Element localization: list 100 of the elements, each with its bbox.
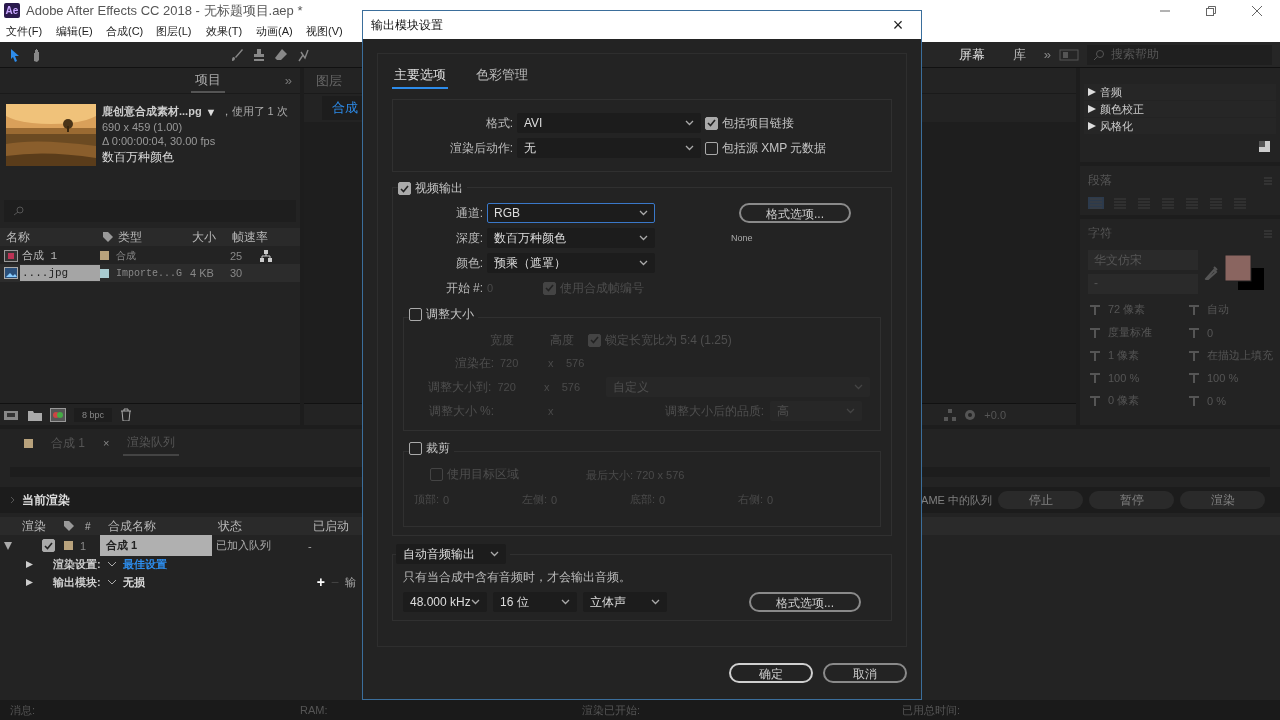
dropdown[interactable]: 预乘（遮罩） <box>487 253 655 273</box>
queue-button[interactable]: 暂停 <box>1089 491 1174 509</box>
expand-arrow[interactable] <box>1088 122 1096 130</box>
new-item-icon[interactable] <box>1259 141 1270 152</box>
column-header[interactable]: 大小 <box>192 228 232 246</box>
image-icon <box>4 267 18 279</box>
checkbox[interactable]: 包括源 XMP 元数据 <box>705 139 881 157</box>
workspace-tab[interactable]: 库 <box>1002 45 1036 64</box>
flowchart-icon[interactable] <box>260 249 272 262</box>
started-text: - <box>308 539 313 552</box>
item-name: ....jpg <box>20 265 100 281</box>
composition-icon <box>4 249 18 262</box>
output-to-label: 输 <box>345 574 357 590</box>
queue-button[interactable]: 停止 <box>998 491 1083 509</box>
audio-note: 只有当合成中含有音频时，才会输出音频。 <box>403 569 632 586</box>
menu-item[interactable]: 视图(V) <box>306 24 356 39</box>
check-icon <box>400 184 409 193</box>
project-row[interactable]: 合成 1 合成 25 <box>0 246 300 264</box>
menu-item[interactable]: 效果(T) <box>206 24 256 39</box>
stamp-icon[interactable] <box>252 47 266 62</box>
dropdown[interactable]: 数百万种颜色 <box>487 228 655 248</box>
column-header[interactable]: 渲染 <box>22 517 63 535</box>
column-header[interactable]: 已启动 <box>313 517 358 535</box>
panel-tab[interactable]: 项目 <box>190 68 225 93</box>
menu-item[interactable]: 编辑(E) <box>56 24 106 39</box>
search-field[interactable] <box>4 200 296 222</box>
dropdown[interactable]: 无 <box>517 138 701 158</box>
label-swatch <box>64 541 73 550</box>
column-header[interactable]: # <box>85 520 108 532</box>
setting-value: 无损 <box>122 574 145 590</box>
workspace-tab[interactable]: 屏幕 <box>948 45 995 64</box>
setting-label: 输出模块: <box>52 574 101 590</box>
format-options-button[interactable]: 格式选项... <box>739 203 851 223</box>
expand-arrow[interactable] <box>4 541 12 550</box>
search-icon <box>1093 48 1105 61</box>
column-header[interactable]: 类型 <box>118 228 192 246</box>
close-button[interactable]: × <box>103 437 110 449</box>
brush-icon[interactable] <box>230 47 244 62</box>
queue-button[interactable]: 渲染 <box>1180 491 1265 509</box>
chevron-icon <box>490 551 499 557</box>
dropdown[interactable]: 48.000 kHz <box>403 592 487 612</box>
trash-icon[interactable] <box>120 408 133 421</box>
column-header[interactable]: 合成名称 <box>108 517 218 535</box>
close-button[interactable]: × <box>892 14 904 36</box>
cancel-button[interactable]: 取消 <box>823 663 907 683</box>
dialog-tab[interactable]: 主要选项 <box>392 64 448 89</box>
dialog-tab[interactable]: 色彩管理 <box>474 64 530 89</box>
bit-depth-button[interactable]: 8 bpc <box>74 407 113 422</box>
menu-item[interactable]: 动画(A) <box>256 24 306 39</box>
expand-arrow[interactable] <box>1088 88 1096 96</box>
check-icon <box>590 336 599 344</box>
checkbox[interactable] <box>42 539 55 552</box>
chevron-icon[interactable] <box>10 496 16 504</box>
overflow-button[interactable]: » <box>284 73 292 88</box>
footage-name: 鹿创意合成素材...pg <box>102 104 202 119</box>
menu-item[interactable]: 文件(F) <box>6 24 56 39</box>
folder-icon[interactable] <box>28 408 42 421</box>
item-size: 4 KB <box>190 267 215 279</box>
expand-arrow[interactable] <box>26 578 33 586</box>
chevron-icon <box>685 120 694 126</box>
eraser-icon[interactable] <box>274 47 288 62</box>
settings-link[interactable]: 最佳设置 <box>122 556 167 572</box>
dropdown[interactable]: 16 位 <box>493 592 577 612</box>
overflow-button[interactable]: » <box>1043 47 1051 62</box>
restore-icon[interactable] <box>1206 5 1216 16</box>
ok-button[interactable]: 确定 <box>729 663 813 683</box>
menu-item[interactable]: 合成(C) <box>106 24 156 39</box>
dropdown-arrow[interactable]: ▼ <box>205 105 217 118</box>
item-fps: 30 <box>230 267 244 279</box>
composition-name[interactable]: 合成 1 <box>100 535 212 556</box>
menu-item[interactable]: 图层(L) <box>156 24 206 39</box>
close-icon[interactable] <box>1252 5 1262 16</box>
format-options-button[interactable]: 格式选项... <box>749 592 861 612</box>
project-row[interactable]: ....jpg Importe...G 4 KB 30 <box>0 264 300 282</box>
column-header[interactable]: 状态 <box>218 517 313 535</box>
item-fps: 25 <box>230 249 244 262</box>
dropdown[interactable]: RGB <box>487 203 655 223</box>
chevron-icon <box>846 408 855 414</box>
chevron-icon <box>854 384 863 390</box>
chevron-icon <box>561 599 570 605</box>
dropdown[interactable]: 立体声 <box>583 592 667 612</box>
column-header[interactable]: 名称 <box>6 228 102 246</box>
column-header[interactable]: 帧速率 <box>232 228 282 246</box>
expand-arrow[interactable] <box>26 560 33 568</box>
add-button[interactable]: + <box>316 574 325 590</box>
chevron-icon <box>639 235 648 241</box>
field-label: 深度: <box>454 229 483 247</box>
queue-label: AME 中的队列 <box>921 492 992 508</box>
chevron-icon <box>471 599 480 605</box>
color-swatch[interactable] <box>1224 254 1264 290</box>
duration-text: Δ 0:00:00:04, 30.00 fps <box>102 135 217 147</box>
label-icon <box>63 520 75 532</box>
checkbox[interactable]: 包括项目链接 <box>705 114 881 132</box>
dropdown[interactable]: 自动音频输出 <box>396 544 506 564</box>
expand-arrow[interactable] <box>1088 105 1096 113</box>
composition-icon[interactable] <box>50 407 66 422</box>
dropdown[interactable]: AVI <box>517 113 701 133</box>
check-icon <box>44 541 53 550</box>
label-swatch <box>24 438 33 448</box>
row-number: 1 <box>80 539 88 552</box>
